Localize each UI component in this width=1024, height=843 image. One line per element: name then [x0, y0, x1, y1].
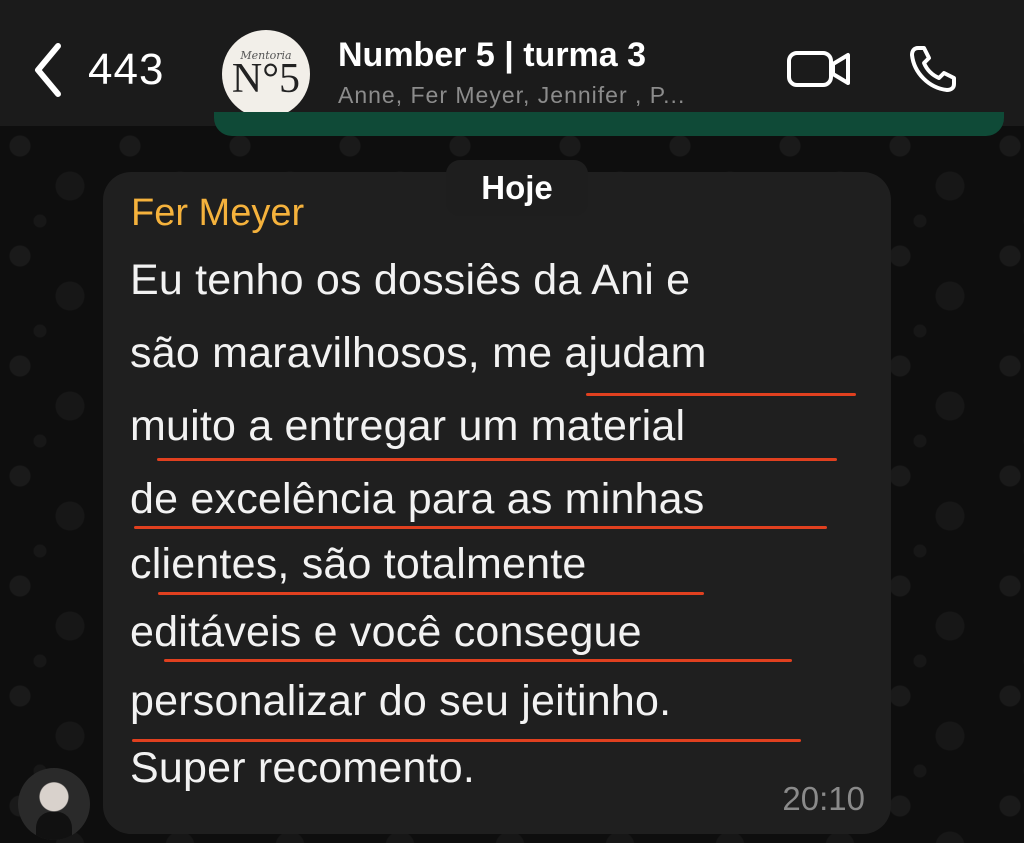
highlight-underline: [158, 592, 704, 595]
message-line: editáveis e você consegue: [130, 608, 642, 656]
message-line: personalizar do seu jeitinho.: [130, 677, 672, 725]
sender-avatar[interactable]: [18, 768, 90, 840]
message-line: clientes, são totalmente: [130, 540, 587, 588]
message-line: de excelência para as minhas: [130, 475, 705, 523]
group-avatar[interactable]: Mentoria N°5: [222, 30, 310, 118]
highlight-underline: [132, 739, 801, 742]
unread-count: 443: [88, 45, 165, 94]
message-line: muito a entregar um material: [130, 402, 686, 450]
previous-message-bubble: [214, 112, 1004, 136]
message-line: Eu tenho os dossiês da Ani e: [130, 256, 691, 304]
message-bubble[interactable]: Fer Meyer Eu tenho os dossiês da Ani e s…: [103, 172, 891, 834]
highlight-underline: [157, 458, 837, 461]
highlight-underline: [134, 526, 827, 529]
sender-name[interactable]: Fer Meyer: [131, 192, 304, 235]
video-camera-icon: [787, 51, 850, 87]
phone-icon: [910, 46, 956, 92]
chat-header: 443 Mentoria N°5 Number 5 | turma 3 Anne…: [0, 0, 1024, 126]
date-separator: Hoje: [446, 160, 588, 216]
avatar-main-text: N°5: [231, 55, 301, 102]
video-call-button[interactable]: [786, 44, 852, 94]
chevron-left-icon: [35, 43, 61, 97]
message-line: são maravilhosos, me ajudam: [130, 329, 707, 377]
back-button[interactable]: 443: [30, 38, 190, 102]
highlight-underline: [164, 659, 792, 662]
group-members[interactable]: Anne, Fer Meyer, Jennifer , P...: [338, 82, 685, 109]
group-title[interactable]: Number 5 | turma 3: [338, 36, 646, 75]
message-time: 20:10: [782, 780, 865, 817]
message-line: Super recomento.: [130, 744, 475, 792]
voice-call-button[interactable]: [905, 44, 961, 94]
highlight-underline: [586, 393, 856, 396]
